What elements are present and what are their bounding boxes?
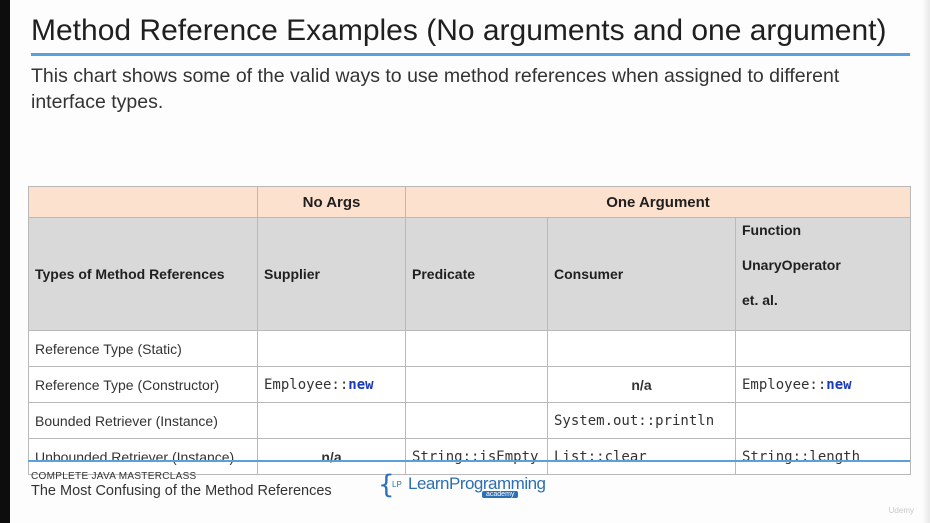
left-border <box>0 0 10 523</box>
column-header-predicate: Predicate <box>405 217 548 331</box>
cell-function <box>735 402 911 439</box>
table-row-static: Reference Type (Static) <box>28 330 911 367</box>
column-header-supplier: Supplier <box>257 217 406 331</box>
row-label: Reference Type (Constructor) <box>28 366 258 403</box>
unary-operator-label: UnaryOperator <box>742 256 841 273</box>
right-border <box>922 0 930 523</box>
row-label: Reference Type (Static) <box>28 330 258 367</box>
cell-supplier <box>257 402 406 439</box>
function-label: Function <box>742 221 802 238</box>
cell-consumer: n/a <box>547 366 736 403</box>
lecture-caption: The Most Confusing of the Method Referen… <box>31 483 332 499</box>
course-name: COMPLETE JAVA MASTERCLASS <box>31 471 197 482</box>
logo-text: LearnProgramming <box>408 474 546 493</box>
cell-function <box>735 330 911 367</box>
slide-title: Method Reference Examples (No arguments … <box>31 14 887 47</box>
column-header-types: Types of Method References <box>28 217 258 331</box>
table-row-bounded: Bounded Retriever (Instance) System.out:… <box>28 402 911 439</box>
learnprogramming-logo: { LP LearnProgramming academy <box>378 470 546 500</box>
logo-lp: LP <box>392 480 402 489</box>
cell-predicate <box>405 366 548 403</box>
udemy-watermark: Udemy <box>888 506 914 515</box>
cell-predicate <box>405 402 548 439</box>
cell-consumer: System.out::println <box>547 402 736 439</box>
cell-function: Employee::new <box>735 366 911 403</box>
group-header-no-args: No Args <box>257 186 406 218</box>
method-reference-table: No Args One Argument Types of Method Ref… <box>28 186 911 475</box>
column-header-consumer: Consumer <box>547 217 736 331</box>
column-header-row: Types of Method References Supplier Pred… <box>28 217 911 331</box>
cell-consumer <box>547 330 736 367</box>
slide-subtitle: This chart shows some of the valid ways … <box>31 65 840 113</box>
etal-label: et. al. <box>742 291 778 308</box>
keyword-new: new <box>348 376 374 393</box>
table-row-constructor: Reference Type (Constructor) Employee::n… <box>28 366 911 403</box>
cell-predicate <box>405 330 548 367</box>
logo-academy: academy <box>482 491 519 498</box>
title-divider <box>31 53 910 56</box>
footer-divider <box>28 460 910 462</box>
column-header-function: Function UnaryOperator et. al. <box>735 217 911 331</box>
group-header-one-argument: One Argument <box>405 186 911 218</box>
cell-consumer: List::clear <box>547 438 736 475</box>
cell-supplier <box>257 330 406 367</box>
cell-function: String::length <box>735 438 911 475</box>
class-ref: Employee:: <box>264 376 349 393</box>
keyword-new: new <box>826 376 852 393</box>
row-label: Bounded Retriever (Instance) <box>28 402 258 439</box>
group-header-row: No Args One Argument <box>28 186 911 218</box>
cell-supplier: Employee::new <box>257 366 406 403</box>
class-ref: Employee:: <box>742 376 827 393</box>
row-label: Unbounded Retriever (Instance) <box>28 438 258 475</box>
group-header-blank <box>28 186 258 218</box>
